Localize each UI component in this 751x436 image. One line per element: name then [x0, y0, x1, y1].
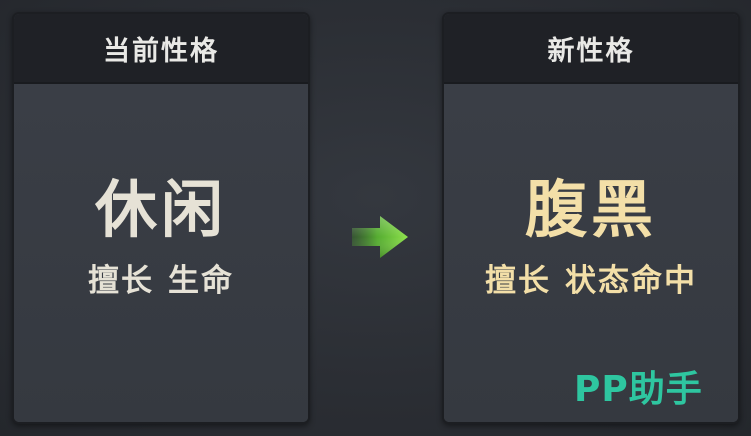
- arrow-right-icon: [352, 216, 408, 258]
- new-personality-header: 新性格: [444, 14, 738, 84]
- current-trait-description: 擅长 生命: [14, 266, 308, 297]
- new-trait-desc-prefix: 擅长: [485, 263, 551, 299]
- current-trait-desc-prefix: 擅长: [88, 263, 154, 299]
- new-personality-panel: 新性格 腹黑 擅长 状态命中: [442, 12, 740, 424]
- pp-assistant-watermark: PP助手: [574, 369, 703, 410]
- current-personality-header: 当前性格: [14, 14, 308, 84]
- current-trait-name: 休闲: [94, 173, 227, 246]
- new-trait-description: 擅长 状态命中: [444, 266, 738, 297]
- new-trait-name: 腹黑: [524, 173, 657, 246]
- current-trait-desc-value: 生命: [168, 263, 234, 299]
- new-trait-desc-value: 状态命中: [565, 263, 697, 299]
- current-personality-body: 休闲 擅长 生命: [14, 84, 308, 422]
- current-personality-panel: 当前性格 休闲 擅长 生命: [12, 12, 310, 424]
